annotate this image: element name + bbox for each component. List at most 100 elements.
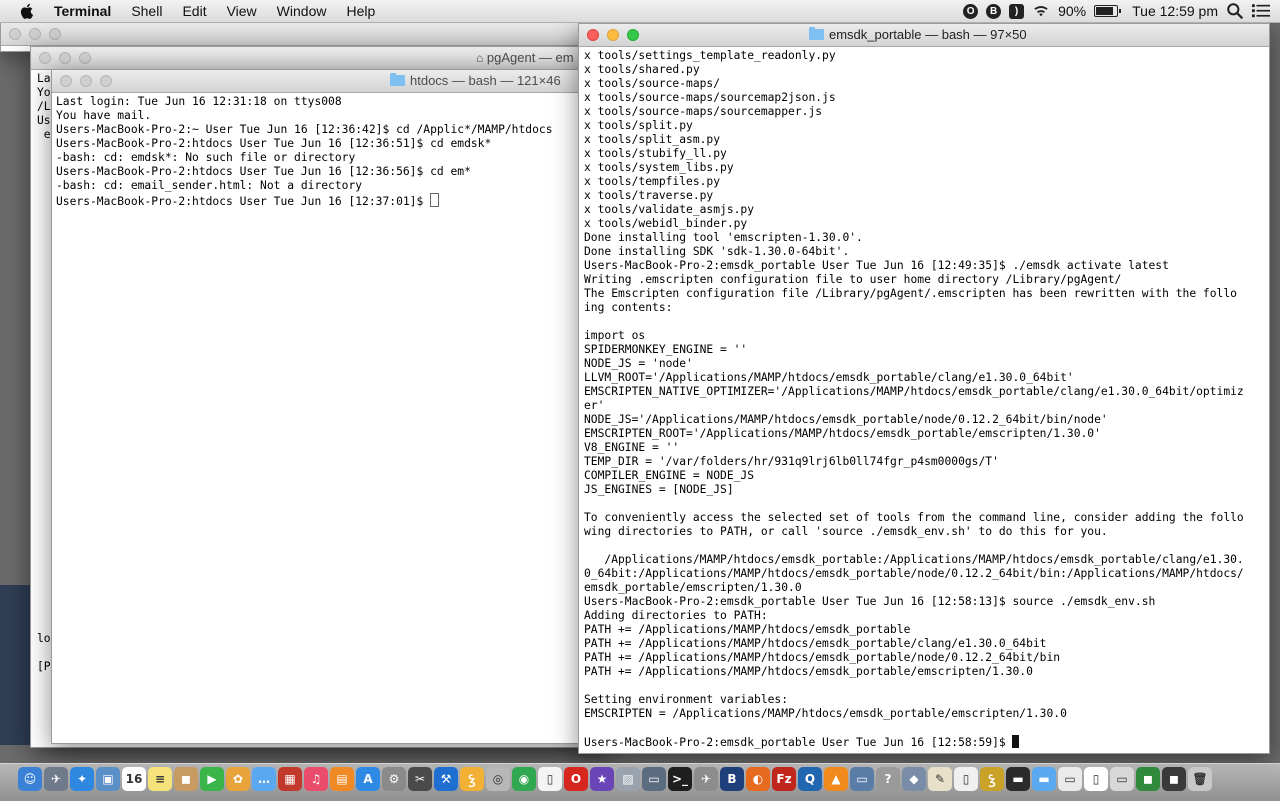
xcode-icon[interactable]: ⚒ — [434, 767, 458, 791]
close-button[interactable] — [9, 28, 21, 40]
screenshot-icon[interactable]: ▭ — [642, 767, 666, 791]
opera-icon[interactable]: O — [564, 767, 588, 791]
emsdk-window-title: emsdk_portable — bash — 97×50 — [829, 27, 1027, 42]
terminal-line: x tools/split.py — [584, 119, 693, 132]
terminal-line: LLVM_ROOT='/Applications/MAMP/htdocs/ems… — [584, 371, 1074, 384]
window-icon[interactable]: ▭ — [1058, 767, 1082, 791]
disk-icon[interactable]: ◎ — [486, 767, 510, 791]
notification-center-icon[interactable] — [1252, 2, 1270, 20]
bbedit-icon[interactable]: B — [720, 767, 744, 791]
status-app-o-icon[interactable]: O — [963, 3, 979, 19]
cube-icon[interactable]: ◆ — [902, 767, 926, 791]
image-capture-icon[interactable]: ▨ — [616, 767, 640, 791]
htdocs-terminal-output[interactable]: Last login: Tue Jun 16 12:31:18 on ttys0… — [52, 93, 612, 743]
terminal-line: Users-MacBook-Pro-2:htdocs User Tue Jun … — [56, 193, 608, 208]
preview-icon[interactable]: ▣ — [96, 767, 120, 791]
zoom-button[interactable] — [49, 28, 61, 40]
itunes-icon[interactable]: ♫ — [304, 767, 328, 791]
status-app-bracket-icon[interactable]: ) — [1009, 3, 1025, 19]
htdocs-titlebar[interactable]: htdocs — bash — 121×46 — [52, 70, 612, 93]
photobooth-icon[interactable]: ▦ — [278, 767, 302, 791]
blank-doc-icon[interactable]: ▯ — [1084, 767, 1108, 791]
launchpad-icon[interactable]: ✈ — [44, 767, 68, 791]
messages-icon[interactable]: … — [252, 767, 276, 791]
image-icon[interactable]: ▭ — [1110, 767, 1134, 791]
terminal-icon[interactable]: >_ — [668, 767, 692, 791]
firefox-icon[interactable]: ◐ — [746, 767, 770, 791]
facetime-icon[interactable]: ▶ — [200, 767, 224, 791]
q-app-icon[interactable]: Q — [798, 767, 822, 791]
ibooks-icon[interactable]: ▤ — [330, 767, 354, 791]
terminal-line: ing contents: — [584, 301, 673, 314]
help-icon[interactable]: ? — [876, 767, 900, 791]
filezilla-app-icon[interactable]: Ꝣ — [460, 767, 484, 791]
ftp-icon[interactable]: Ꝣ — [980, 767, 1004, 791]
menu-window[interactable]: Window — [277, 3, 327, 19]
terminal-line: Last login: Tue Jun 16 12:31:18 on ttys0… — [56, 95, 342, 108]
calendar-icon[interactable]: 16 — [122, 767, 146, 791]
system-preferences-icon[interactable]: ⚙ — [382, 767, 406, 791]
zoom-button[interactable] — [100, 75, 112, 87]
close-button[interactable] — [60, 75, 72, 87]
automator-icon[interactable]: ✈ — [694, 767, 718, 791]
terminal-line: Users-MacBook-Pro-2:htdocs User Tue Jun … — [56, 165, 471, 178]
close-button[interactable] — [587, 29, 599, 41]
star-icon[interactable]: ★ — [590, 767, 614, 791]
emsdk-titlebar[interactable]: emsdk_portable — bash — 97×50 — [579, 24, 1269, 47]
notes-icon[interactable]: ≡ — [148, 767, 172, 791]
spotlight-search-icon[interactable] — [1226, 2, 1244, 20]
terminal-line: x tools/system_libs.py — [584, 161, 734, 174]
trash-icon[interactable]: 🗑 — [1188, 767, 1212, 791]
vlc-icon[interactable]: ▲ — [824, 767, 848, 791]
folder-icon[interactable]: ▬ — [1032, 767, 1056, 791]
zoom-button[interactable] — [79, 52, 91, 64]
terminal-line: emsdk_portable/emscripten/1.30.0 — [584, 581, 802, 594]
apple-icon[interactable] — [18, 2, 36, 20]
wifi-icon[interactable] — [1032, 2, 1050, 20]
battery-icon[interactable] — [1094, 5, 1122, 17]
menu-view[interactable]: View — [227, 3, 257, 19]
app-green-icon[interactable]: ◼ — [1136, 767, 1160, 791]
terminal-line: SPIDERMONKEY_ENGINE = '' — [584, 343, 748, 356]
minimize-button[interactable] — [80, 75, 92, 87]
zoom-button[interactable] — [627, 29, 639, 41]
minimize-button[interactable] — [607, 29, 619, 41]
terminal-line: JS_ENGINES = [NODE_JS] — [584, 483, 734, 496]
menu-app-name[interactable]: Terminal — [54, 3, 111, 19]
terminal-line: import os — [584, 329, 646, 342]
status-app-b-icon[interactable]: B — [986, 3, 1002, 19]
terminal-line: Writing .emscripten configuration file t… — [584, 273, 1122, 286]
menu-shell[interactable]: Shell — [131, 3, 162, 19]
appstore-icon[interactable]: A — [356, 767, 380, 791]
script-icon[interactable]: ✎ — [928, 767, 952, 791]
pgagent-titlebar[interactable]: ⌂ pgAgent — em — [31, 47, 601, 70]
terminal-line: TEMP_DIR = '/var/folders/hr/931q9lrj6lb0… — [584, 455, 999, 468]
photos-icon[interactable]: ✿ — [226, 767, 250, 791]
contacts-icon[interactable]: ◼ — [174, 767, 198, 791]
menu-edit[interactable]: Edit — [182, 3, 206, 19]
terminal-line: x tools/split_asm.py — [584, 133, 721, 146]
terminal-line: x tools/source-maps/ — [584, 77, 721, 90]
page-icon[interactable]: ▯ — [954, 767, 978, 791]
filezilla-icon[interactable]: Fz — [772, 767, 796, 791]
minimize-button[interactable] — [59, 52, 71, 64]
app-dark-icon[interactable]: ◼ — [1162, 767, 1186, 791]
terminal-line: To conveniently access the selected set … — [584, 511, 1244, 524]
console-icon[interactable]: ▬ — [1006, 767, 1030, 791]
htdocs-terminal-window[interactable]: htdocs — bash — 121×46 Last login: Tue J… — [51, 69, 613, 744]
clock[interactable]: Tue 12:59 pm — [1132, 3, 1218, 19]
minimize-button[interactable] — [29, 28, 41, 40]
emsdk-terminal-window[interactable]: emsdk_portable — bash — 97×50 x tools/se… — [578, 23, 1270, 754]
document-icon[interactable]: ▯ — [538, 767, 562, 791]
menu-bar: Terminal Shell Edit View Window Help O B… — [0, 0, 1280, 23]
chrome-icon[interactable]: ◉ — [512, 767, 536, 791]
terminal-line: V8_ENGINE = '' — [584, 441, 680, 454]
screen-icon[interactable]: ▭ — [850, 767, 874, 791]
htdocs-window-title: htdocs — bash — 121×46 — [410, 73, 561, 88]
emsdk-terminal-output[interactable]: x tools/settings_template_readonly.py x t… — [579, 47, 1269, 753]
menu-help[interactable]: Help — [346, 3, 375, 19]
finder-icon[interactable]: ☺ — [18, 767, 42, 791]
utilities-icon[interactable]: ✂ — [408, 767, 432, 791]
safari-icon[interactable]: ✦ — [70, 767, 94, 791]
close-button[interactable] — [39, 52, 51, 64]
